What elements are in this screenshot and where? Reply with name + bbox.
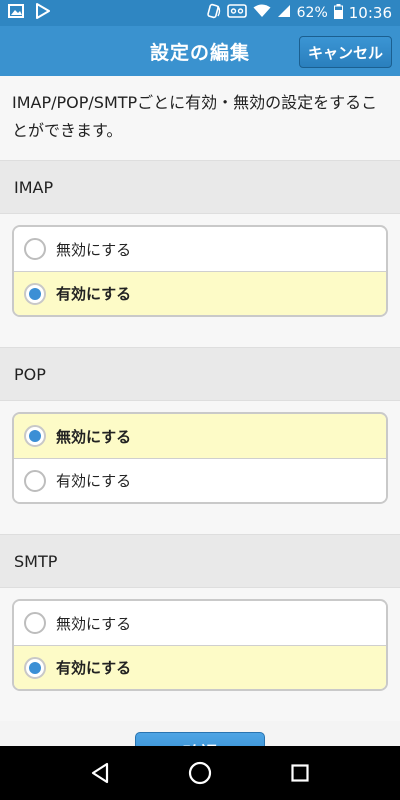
- radio-label: 有効にする: [56, 472, 132, 490]
- voicemail-icon: [226, 4, 247, 22]
- recents-icon[interactable]: [280, 753, 320, 793]
- radio-imap-enable[interactable]: 有効にする: [14, 271, 386, 315]
- radio-pop-disable[interactable]: 無効にする: [14, 414, 386, 458]
- radio-label: 有効にする: [56, 659, 132, 677]
- radio-button[interactable]: [24, 282, 46, 305]
- section-title: POP: [0, 347, 400, 401]
- back-icon[interactable]: [80, 753, 120, 793]
- section-title: SMTP: [0, 534, 400, 588]
- radio-button[interactable]: [24, 238, 46, 260]
- radio-button[interactable]: [24, 425, 46, 447]
- radio-smtp-disable[interactable]: 無効にする: [14, 601, 386, 645]
- home-icon[interactable]: [180, 753, 220, 793]
- radio-button[interactable]: [24, 656, 46, 679]
- section-pop: POP 無効にする 有効にする: [0, 347, 400, 534]
- nfc-icon: [205, 3, 221, 23]
- radio-group-pop: 無効にする 有効にする: [12, 412, 388, 504]
- radio-button[interactable]: [24, 469, 46, 492]
- radio-pop-enable[interactable]: 有効にする: [14, 458, 386, 502]
- intro-text: IMAP/POP/SMTPごとに有効・無効の設定をすることができます。: [0, 76, 400, 160]
- radio-label: 有効にする: [56, 285, 132, 303]
- battery-level: 62%: [296, 5, 328, 21]
- clock: 10:36: [348, 4, 392, 22]
- battery-icon: [333, 3, 343, 23]
- signal-icon: [277, 4, 291, 22]
- cancel-button[interactable]: キャンセル: [298, 36, 392, 68]
- radio-button[interactable]: [24, 612, 46, 634]
- confirm-button[interactable]: 確認: [135, 732, 265, 746]
- app-header: 設定の編集 キャンセル: [0, 26, 400, 76]
- play-store-icon: [36, 3, 50, 23]
- radio-group-smtp: 無効にする 有効にする: [12, 599, 388, 691]
- status-bar: 62% 10:36: [0, 0, 400, 26]
- radio-label: 無効にする: [56, 427, 132, 446]
- main-content: IMAP/POP/SMTPごとに有効・無効の設定をすることができます。 IMAP…: [0, 76, 400, 746]
- navigation-bar: [0, 746, 400, 800]
- section-imap: IMAP 無効にする 有効にする: [0, 160, 400, 347]
- section-smtp: SMTP 無効にする 有効にする: [0, 534, 400, 721]
- radio-smtp-enable[interactable]: 有効にする: [14, 645, 386, 689]
- page-title: 設定の編集: [149, 41, 250, 64]
- radio-label: 無効にする: [56, 614, 132, 633]
- section-title: IMAP: [0, 160, 400, 214]
- radio-imap-disable[interactable]: 無効にする: [14, 227, 386, 271]
- wifi-icon: [253, 4, 271, 22]
- radio-group-imap: 無効にする 有効にする: [12, 225, 388, 317]
- radio-label: 無効にする: [56, 240, 132, 259]
- image-icon: [8, 4, 24, 22]
